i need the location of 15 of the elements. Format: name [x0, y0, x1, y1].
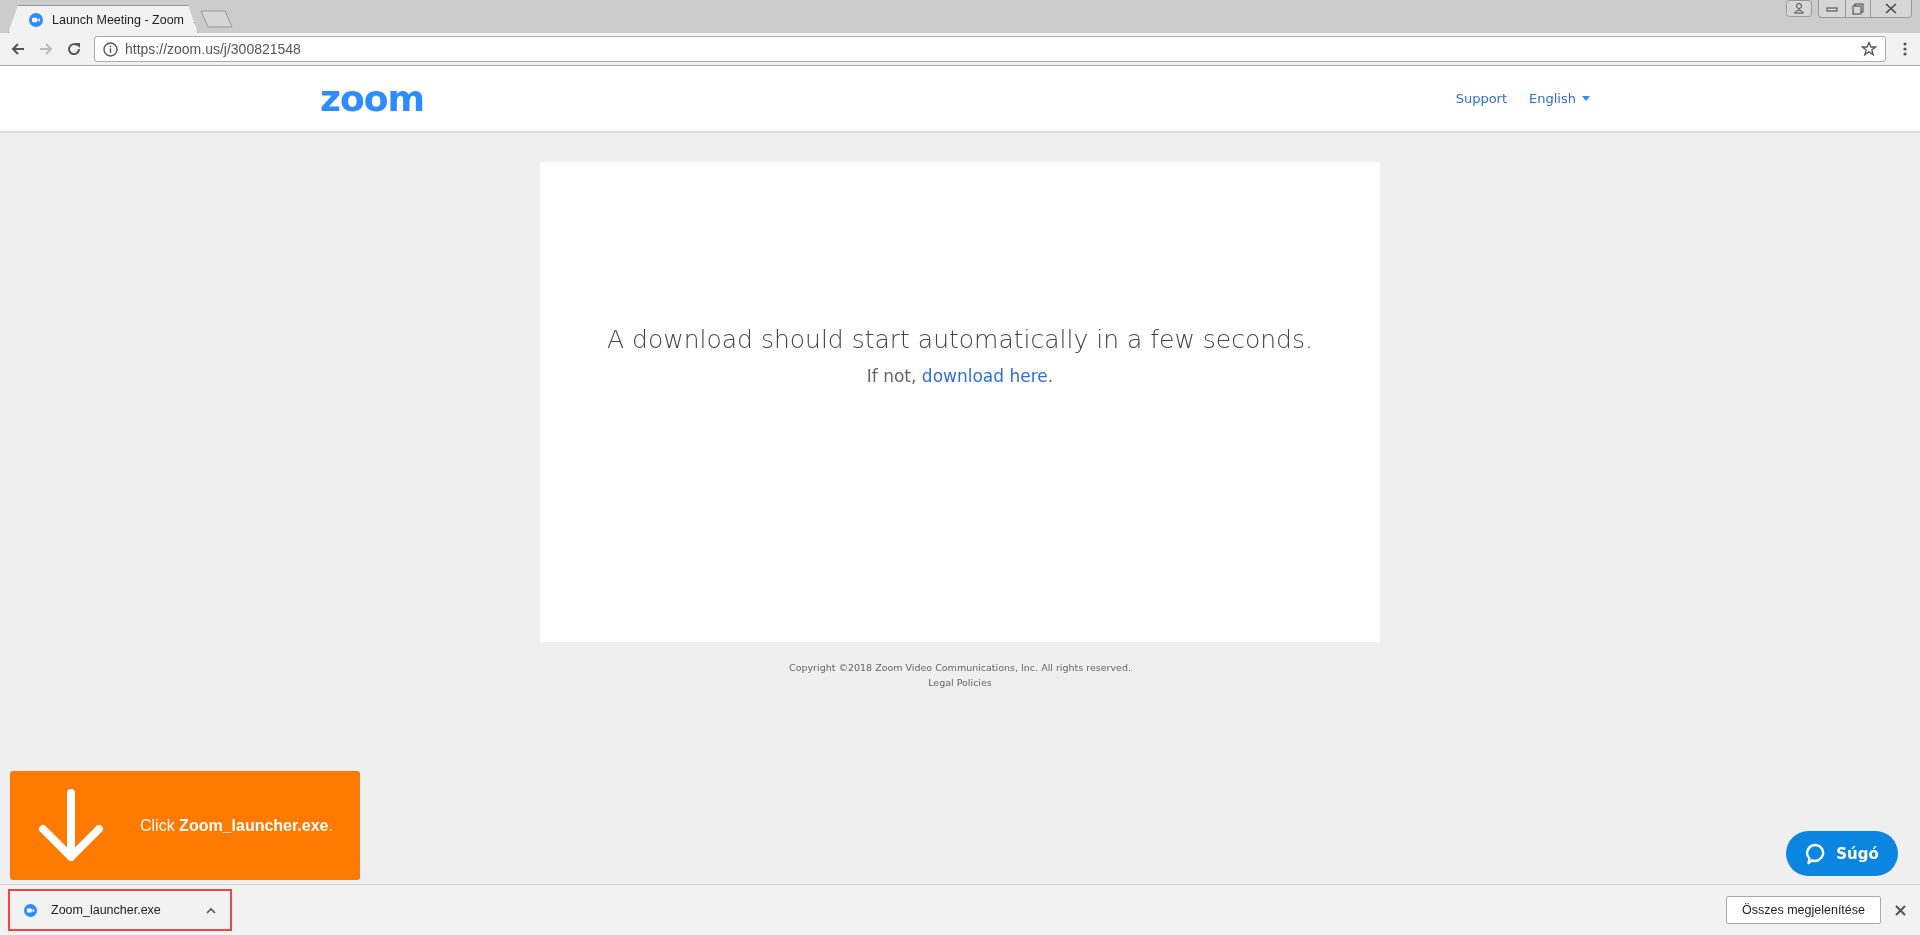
fallback-sentence: If not, download here. [866, 366, 1054, 386]
download-item[interactable]: Zoom_launcher.exe [8, 889, 232, 931]
banner-text: Click Zoom_launcher.exe. [140, 816, 333, 835]
download-link[interactable]: download here [921, 366, 1048, 386]
copyright-text: Copyright ©2018 Zoom Video Communications, Inc. All rights reserved. [789, 662, 1131, 673]
zoom-logo[interactable]: zoom [320, 80, 424, 117]
show-all-button[interactable]: Összes megjelenítése [1726, 896, 1881, 924]
download-message: A download should start automatically in a few seconds. [607, 325, 1313, 354]
language-dropdown[interactable]: English [1529, 91, 1590, 106]
address-bar[interactable]: https://zoom.us/j/300821548 [94, 36, 1886, 62]
support-link[interactable]: Support [1455, 91, 1508, 106]
file-name: Zoom_launcher.exe [51, 903, 162, 917]
url-text: https://zoom.us/j/300821548 [125, 41, 301, 57]
legal-policies-link[interactable]: Legal Policies [928, 677, 992, 688]
help-button[interactable]: Súgó [1786, 831, 1898, 876]
